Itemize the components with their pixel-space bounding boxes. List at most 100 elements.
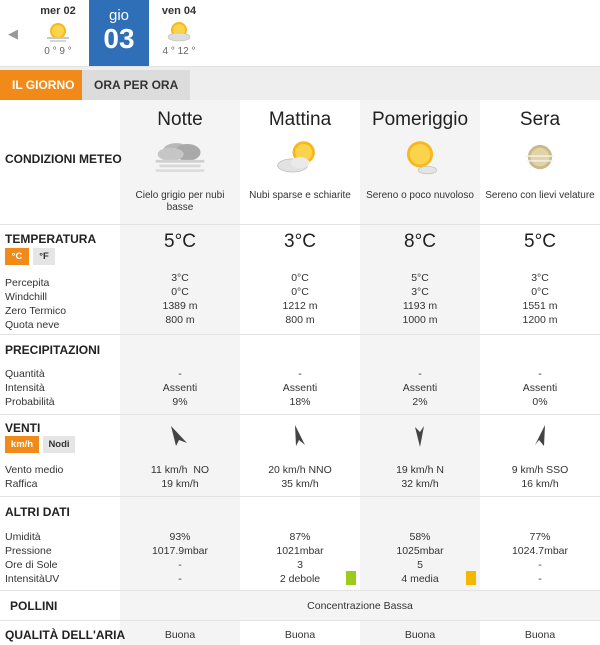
sun-haze-icon xyxy=(47,23,69,42)
snow-level-label: Quota neve xyxy=(5,319,60,331)
quantity-value: - xyxy=(178,368,182,380)
temperature-main: 8°C xyxy=(404,231,436,252)
uv-index-value: - xyxy=(178,573,182,585)
snow-level-value: 1200 m xyxy=(522,314,558,326)
temperature-evening: 5°C 3°C 0°C 1551 m 1200 m xyxy=(480,231,600,327)
wind-morning: 20 km/h NNO 35 km/h xyxy=(240,463,360,491)
period-afternoon: Pomeriggio Sereno o poco nuvoloso xyxy=(360,109,480,202)
probability-value: 18% xyxy=(289,396,311,408)
sun-hours-label: Ore di Sole xyxy=(5,559,58,571)
temperature-sublabels: Percepita Windchill Zero Termico Quota n… xyxy=(5,276,66,332)
other-data-row: ALTRI DATI Umidità Pressione Ore di Sole… xyxy=(0,496,600,590)
pressure-value: 1017.9mbar xyxy=(151,545,209,557)
other-night: 93% 1017.9mbar - - xyxy=(120,530,240,586)
view-tabs: IL GIORNO ORA PER ORA xyxy=(0,66,600,100)
period-title: Sera xyxy=(519,109,561,130)
day-fri[interactable]: ven 04 4 ° 12 ° xyxy=(150,0,208,66)
intensity-value: Assenti xyxy=(162,382,198,394)
period-evening: Sera Sereno con lievi velature xyxy=(480,109,600,202)
temperature-details: 3°C 0°C 1389 m 800 m xyxy=(120,271,240,327)
day-name: ven 04 xyxy=(161,5,197,17)
precipitation-row: PRECIPITAZIONI Quantità Intensità Probab… xyxy=(0,334,600,414)
unit-kmh-button[interactable]: km/h xyxy=(5,436,39,453)
probability-value: 2% xyxy=(412,396,428,408)
snow-level-value: 800 m xyxy=(285,314,315,326)
period-morning: Mattina Nubi sparse e schiarite xyxy=(240,109,360,202)
day-wed[interactable]: mer 02 0 ° 9 ° xyxy=(29,0,87,66)
wind-gust-value: 35 km/h xyxy=(281,478,319,490)
intensity-label: Intensità xyxy=(5,382,45,394)
windchill-label: Windchill xyxy=(5,291,48,303)
day-selector: ◀ mer 02 0 ° 9 ° gio 03 ven 04 4 ° 12 ° xyxy=(0,0,600,66)
pollen-label: POLLINI xyxy=(10,599,58,613)
unit-knots-button[interactable]: Nodi xyxy=(43,436,75,453)
sun-small-cloud-icon xyxy=(406,141,438,175)
temperature-details: 0°C 0°C 1212 m 800 m xyxy=(240,271,360,327)
wind-evening: 9 km/h SSO 16 km/h xyxy=(480,463,600,491)
temperature-label: TEMPERATURA xyxy=(5,232,97,246)
intensity-value: Assenti xyxy=(402,382,438,394)
tab-hourly[interactable]: ORA PER ORA xyxy=(82,70,191,100)
other-morning: 87% 1021mbar 3 2 debole xyxy=(240,530,360,586)
wind-arrow-sso-icon xyxy=(535,425,545,446)
wind-arrow-nnw-icon xyxy=(295,425,305,446)
partly-cloudy-icon xyxy=(277,141,315,173)
wind-sublabels: Vento medio Raffica xyxy=(5,463,63,491)
day-thu-selected[interactable]: gio 03 xyxy=(89,0,149,66)
freezing-level-value: 1212 m xyxy=(282,300,318,312)
freezing-level-value: 1389 m xyxy=(162,300,198,312)
temperature-night: 5°C 3°C 0°C 1389 m 800 m xyxy=(120,231,240,327)
windchill-value: 0°C xyxy=(171,286,189,298)
humidity-value: 58% xyxy=(409,531,431,543)
perceived-value: 5°C xyxy=(411,272,429,284)
air-quality-night: Buona xyxy=(164,629,196,641)
uv-level-swatch-afternoon xyxy=(466,571,476,585)
wind-speed-value: 19 km/h N xyxy=(396,464,444,476)
pressure-label: Pressione xyxy=(5,545,52,557)
previous-day-arrow-icon[interactable]: ◀ xyxy=(4,24,22,44)
condition-text: Sereno con lievi velature xyxy=(485,190,595,201)
period-night: Notte Cielo grigio per nubi basse xyxy=(120,109,240,214)
wind-arrow-n-icon xyxy=(415,426,424,447)
humidity-value: 77% xyxy=(529,531,551,543)
uv-index-value: 2 debole xyxy=(279,573,321,585)
moon-veiled-icon xyxy=(525,144,555,170)
snow-level-value: 1000 m xyxy=(402,314,438,326)
unit-celsius-button[interactable]: °C xyxy=(5,248,29,265)
pollen-value: Concentrazione Bassa xyxy=(307,600,413,612)
humidity-value: 87% xyxy=(289,531,311,543)
conditions-label: CONDIZIONI METEO xyxy=(5,152,122,166)
temperature-details: 3°C 0°C 1551 m 1200 m xyxy=(480,271,600,327)
temperature-main: 5°C xyxy=(524,231,556,252)
air-quality-evening: Buona xyxy=(524,629,556,641)
temperature-row: TEMPERATURA °C °F Percepita Windchill Ze… xyxy=(0,224,600,334)
period-title: Mattina xyxy=(268,109,332,130)
tab-day[interactable]: IL GIORNO xyxy=(0,70,87,100)
quantity-value: - xyxy=(418,368,422,380)
day-number: 03 xyxy=(103,23,135,54)
wind-label: VENTI xyxy=(5,421,41,435)
period-title: Pomeriggio xyxy=(371,109,469,130)
sun-hours-value: 5 xyxy=(417,559,423,571)
unit-fahrenheit-button[interactable]: °F xyxy=(33,248,55,265)
pressure-value: 1025mbar xyxy=(396,545,444,557)
precipitation-morning: - Assenti 18% xyxy=(240,367,360,409)
condition-text: Sereno o poco nuvoloso xyxy=(366,190,474,201)
other-sublabels: Umidità Pressione Ore di Sole IntensitàU… xyxy=(5,530,59,586)
wind-night: 11 km/h NO 19 km/h xyxy=(120,463,240,491)
wind-row: VENTI km/h Nodi Vento medio Raffica 11 k… xyxy=(0,414,600,496)
temperature-details: 5°C 3°C 1193 m 1000 m xyxy=(360,271,480,327)
quantity-label: Quantità xyxy=(5,368,45,380)
quantity-value: - xyxy=(298,368,302,380)
temperature-afternoon: 8°C 5°C 3°C 1193 m 1000 m xyxy=(360,231,480,327)
other-data-label: ALTRI DATI xyxy=(5,505,70,519)
air-quality-row: QUALITÀ DELL'ARIA Buona Buona Buona Buon… xyxy=(0,620,600,645)
pressure-value: 1024.7mbar xyxy=(511,545,569,557)
windchill-value: 0°C xyxy=(291,286,309,298)
perceived-value: 3°C xyxy=(171,272,189,284)
precipitation-afternoon: - Assenti 2% xyxy=(360,367,480,409)
condition-text: Cielo grigio per nubi basse xyxy=(135,190,225,213)
temperature-morning: 3°C 0°C 0°C 1212 m 800 m xyxy=(240,231,360,327)
wind-gust-label: Raffica xyxy=(5,478,38,490)
temperature-main: 3°C xyxy=(284,231,316,252)
